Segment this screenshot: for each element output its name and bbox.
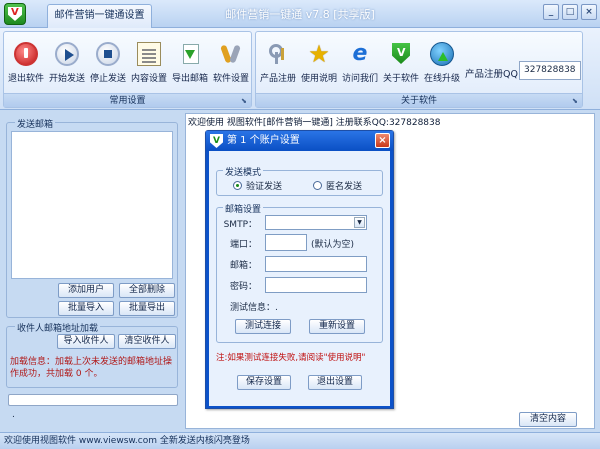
clear-content-button[interactable]: 清空内容 xyxy=(519,412,577,427)
radio-auth-label: 验证发送 xyxy=(246,182,283,192)
power-icon xyxy=(14,42,38,66)
dialog-launcher-icon[interactable]: ⬊ xyxy=(572,97,580,105)
port-input[interactable] xyxy=(265,234,307,251)
dialog-launcher-icon[interactable]: ⬊ xyxy=(241,97,249,105)
start-send-button[interactable]: 开始发送 xyxy=(45,42,89,90)
export-email-button[interactable]: 导出邮箱 xyxy=(168,42,212,90)
close-button[interactable]: × xyxy=(581,4,597,20)
ribbon: 退出软件 开始发送 停止发送 内容设置 导出邮箱 软件设置 常用设置 ⬊ 产品注… xyxy=(0,28,600,110)
email-label: 邮箱： xyxy=(229,261,257,271)
user-guide-button[interactable]: ★ 使用说明 xyxy=(297,42,341,90)
smtp-label: SMTP： xyxy=(223,220,257,230)
account-settings-dialog: 第 1 个账户设置 × 发送模式 验证发送 匿名发送 邮箱设置 SMTP： ▼ … xyxy=(205,130,394,409)
send-mode-legend: 发送模式 xyxy=(223,165,264,178)
online-update-label: 在线升级 xyxy=(423,74,460,84)
chevron-down-icon[interactable]: ▼ xyxy=(354,217,365,228)
test-info-text: 测试信息：. xyxy=(230,303,278,313)
warning-text: 注:如果测试连接失败,请阅读"使用说明" xyxy=(216,353,366,363)
reset-settings-button[interactable]: 重新设置 xyxy=(309,319,365,334)
send-mailbox-legend: 发送邮箱 xyxy=(15,117,56,130)
add-user-button[interactable]: 添加用户 xyxy=(58,283,114,298)
status-bar: 欢迎使用视图软件 www.viewsw.com 全新发送内核闪亮登场 xyxy=(0,432,600,449)
online-update-button[interactable]: 在线升级 xyxy=(420,42,464,90)
email-input[interactable] xyxy=(265,256,367,272)
play-icon xyxy=(55,42,79,66)
export-icon xyxy=(178,42,202,66)
minimize-button[interactable]: _ xyxy=(543,4,559,20)
export-email-label: 导出邮箱 xyxy=(171,74,208,84)
radio-dot-icon xyxy=(313,181,322,190)
password-input[interactable] xyxy=(265,277,367,293)
dialog-body: 发送模式 验证发送 匿名发送 邮箱设置 SMTP： ▼ 端口： (默认为空) 邮… xyxy=(209,151,390,406)
stop-send-label: 停止发送 xyxy=(89,74,126,84)
port-hint: (默认为空) xyxy=(311,240,355,250)
radio-anon-send[interactable]: 匿名发送 xyxy=(313,179,362,192)
user-guide-label: 使用说明 xyxy=(300,74,337,84)
mailbox-settings-legend: 邮箱设置 xyxy=(223,202,264,215)
ie-icon: e xyxy=(352,41,368,66)
about-button[interactable]: 关于软件 xyxy=(379,42,423,90)
tools-icon xyxy=(219,42,243,66)
import-recipient-button[interactable]: 导入收件人 xyxy=(57,334,115,349)
maximize-button[interactable]: □ xyxy=(562,4,578,20)
ribbon-group-label: 常用设置 xyxy=(4,93,251,107)
product-register-label: 产品注册 xyxy=(259,74,296,84)
test-connection-button[interactable]: 测试连接 xyxy=(235,319,291,334)
stop-send-button[interactable]: 停止发送 xyxy=(86,42,130,90)
keys-icon xyxy=(266,42,290,66)
content-settings-label: 内容设置 xyxy=(130,74,167,84)
progress-bar xyxy=(8,394,178,406)
product-register-button[interactable]: 产品注册 xyxy=(256,42,300,90)
notepad-icon xyxy=(137,42,161,66)
title-bar: 邮件营销一键通设置 邮件营销一键通 v7.8 [共享版] _ □ × xyxy=(0,0,600,28)
smtp-select[interactable]: ▼ xyxy=(265,215,367,230)
port-label: 端口： xyxy=(229,240,257,250)
about-label: 关于软件 xyxy=(382,74,419,84)
send-mailbox-group: 发送邮箱 添加用户 全部删除 批量导入 批量导出 xyxy=(6,117,178,318)
visit-us-button[interactable]: e 访问我们 xyxy=(338,42,382,90)
dialog-close-button[interactable]: × xyxy=(375,133,390,148)
recipient-legend: 收件人邮箱地址加载 xyxy=(15,321,101,334)
stop-icon xyxy=(96,42,120,66)
dialog-title: 第 1 个账户设置 xyxy=(227,135,300,146)
qq-field[interactable]: 327828838 xyxy=(519,61,581,80)
welcome-text: 欢迎使用 视图软件[邮件营销一键通] 注册联系QQ:327828838 xyxy=(188,118,441,128)
password-label: 密码： xyxy=(229,282,257,292)
software-settings-button[interactable]: 软件设置 xyxy=(209,42,253,90)
save-settings-button[interactable]: 保存设置 xyxy=(237,375,291,390)
clear-recipient-button[interactable]: 清空收件人 xyxy=(118,334,176,349)
batch-import-button[interactable]: 批量导入 xyxy=(58,301,114,316)
exit-button[interactable]: 退出软件 xyxy=(4,42,48,90)
visit-us-label: 访问我们 xyxy=(341,74,378,84)
radio-anon-label: 匿名发送 xyxy=(326,182,363,192)
shield-icon xyxy=(210,134,223,148)
qq-label: 产品注册QQ: xyxy=(465,69,522,80)
software-settings-label: 软件设置 xyxy=(212,74,249,84)
ribbon-group-label: 关于软件 xyxy=(256,93,582,107)
send-mode-group: 发送模式 验证发送 匿名发送 xyxy=(216,165,383,196)
left-pane: 发送邮箱 添加用户 全部删除 批量导入 批量导出 收件人邮箱地址加载 导入收件人… xyxy=(2,113,182,428)
content-settings-button[interactable]: 内容设置 xyxy=(127,42,171,90)
mailbox-settings-group: 邮箱设置 SMTP： ▼ 端口： (默认为空) 邮箱： 密码： 测试信息：. 测… xyxy=(216,202,383,343)
status-dot-text: . xyxy=(12,410,15,420)
window-controls: _ □ × xyxy=(543,4,597,20)
batch-export-button[interactable]: 批量导出 xyxy=(119,301,175,316)
globe-icon xyxy=(430,42,454,66)
shield-icon xyxy=(389,42,413,66)
send-mailbox-list[interactable] xyxy=(11,131,173,279)
window-title: 邮件营销一键通 v7.8 [共享版] xyxy=(225,8,375,21)
start-send-label: 开始发送 xyxy=(48,74,85,84)
delete-all-button[interactable]: 全部删除 xyxy=(119,283,175,298)
dialog-title-bar[interactable]: 第 1 个账户设置 × xyxy=(206,131,393,151)
radio-dot-icon xyxy=(233,181,242,190)
exit-label: 退出软件 xyxy=(7,74,44,84)
radio-auth-send[interactable]: 验证发送 xyxy=(233,179,282,192)
ribbon-group-common: 退出软件 开始发送 停止发送 内容设置 导出邮箱 软件设置 常用设置 ⬊ xyxy=(3,31,252,108)
load-info-text: 加载信息：加载上次未发送的邮箱地址操作成功，共加载 0 个。 xyxy=(10,357,173,379)
exit-settings-button[interactable]: 退出设置 xyxy=(308,375,362,390)
star-icon: ★ xyxy=(308,40,330,68)
